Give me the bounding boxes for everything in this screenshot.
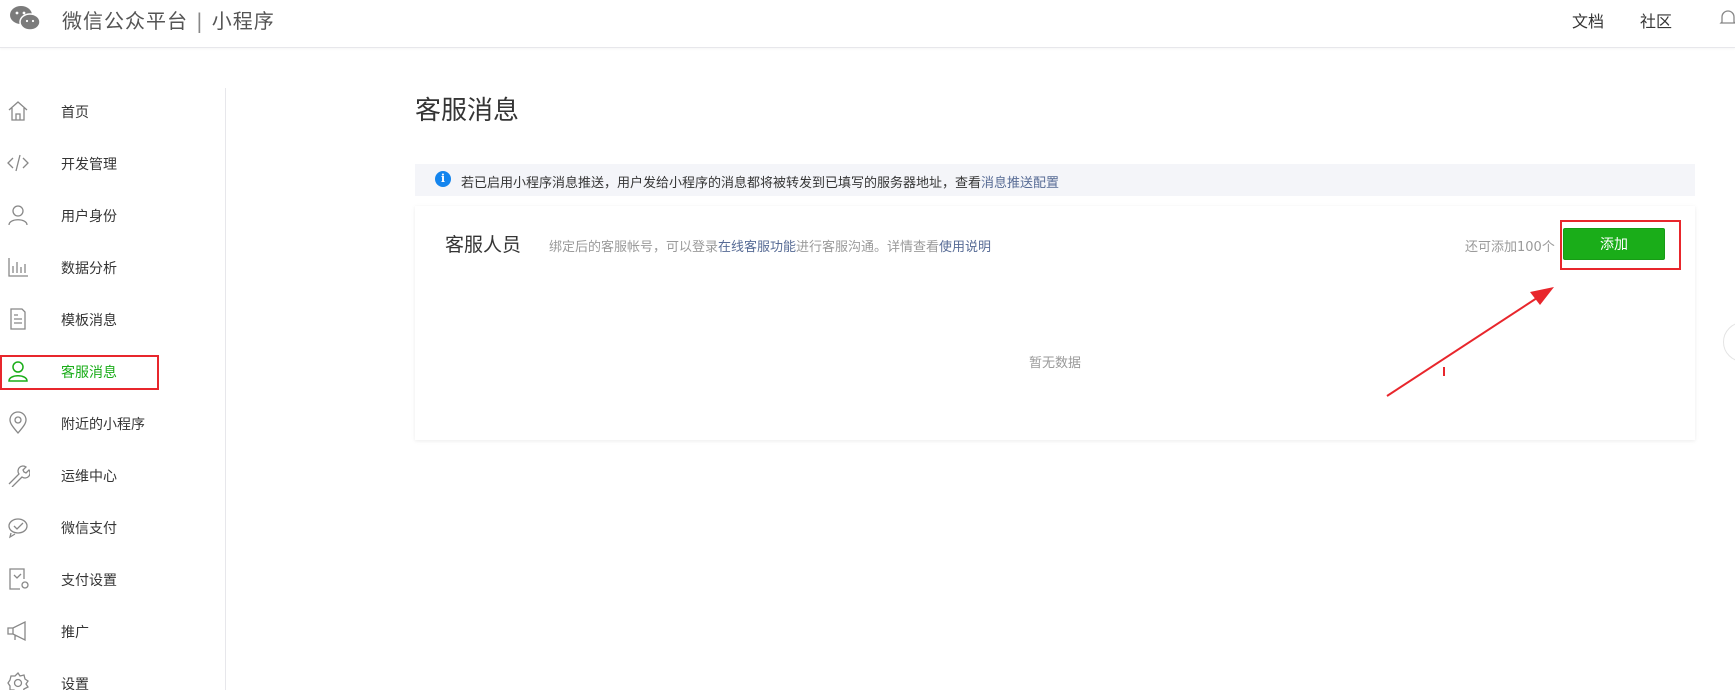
sidebar-item-label: 数据分析 [61, 261, 117, 277]
sidebar-item-label: 支付设置 [61, 573, 117, 589]
user-icon [8, 205, 28, 226]
empty-state: 暂无数据 [1028, 356, 1081, 371]
sidebar-item-label: 客服消息 [61, 365, 117, 381]
brand-name: 微信公众平台 [62, 9, 188, 33]
staff-desc-middle: 进行客服沟通。详情查看 [796, 240, 940, 255]
docs-link[interactable]: 文档 [1572, 8, 1604, 32]
side-float-button[interactable] [1723, 322, 1735, 362]
product-name: 小程序 [211, 9, 275, 33]
top-header: 微信公众平台 | 小程序 文档 社区 [0, 0, 1735, 48]
info-notice: i 若已启用小程序消息推送，用户发给小程序的消息都将被转发到已填写的服务器地址，… [415, 164, 1695, 196]
bar-chart-icon [8, 258, 28, 277]
staff-desc-prefix: 绑定后的客服帐号，可以登录 [549, 240, 719, 255]
sidebar: 首页 开发管理 用户身份 数据分析 模板消息 客服消息 附近的小程序 运维中心 … [0, 48, 225, 690]
community-link[interactable]: 社区 [1640, 8, 1672, 32]
sidebar-item-promotion[interactable]: 推广 [0, 611, 225, 651]
sidebar-item-dev-management[interactable]: 开发管理 [0, 143, 225, 183]
sidebar-item-user-identity[interactable]: 用户身份 [0, 195, 225, 235]
sidebar-item-label: 设置 [61, 677, 89, 690]
page-title: 客服消息 [415, 96, 520, 126]
sidebar-item-data-analysis[interactable]: 数据分析 [0, 247, 225, 287]
sidebar-item-label: 推广 [61, 625, 89, 641]
customer-service-icon [8, 361, 28, 382]
sidebar-item-customer-service[interactable]: 客服消息 [0, 351, 225, 391]
megaphone-icon [7, 620, 26, 642]
sidebar-item-label: 用户身份 [61, 209, 117, 225]
notice-text: 若已启用小程序消息推送，用户发给小程序的消息都将被转发到已填写的服务器地址，查看… [461, 172, 1059, 191]
document-icon [10, 308, 26, 330]
sidebar-item-label: 模板消息 [61, 313, 117, 329]
sidebar-item-template-messages[interactable]: 模板消息 [0, 299, 225, 339]
wechat-logo-icon[interactable] [8, 4, 42, 34]
customer-service-staff-card: 客服人员 绑定后的客服帐号，可以登录在线客服功能进行客服沟通。详情查看使用说明 … [415, 206, 1695, 440]
sidebar-item-payment-settings[interactable]: 支付设置 [0, 559, 225, 599]
notice-message: 若已启用小程序消息推送，用户发给小程序的消息都将被转发到已填写的服务器地址，查看 [461, 176, 982, 191]
add-staff-button[interactable]: 添加 [1563, 228, 1665, 260]
wrench-icon [8, 465, 30, 487]
sidebar-divider [225, 88, 226, 690]
wechat-pay-icon [8, 518, 28, 539]
staff-section-title: 客服人员 [445, 234, 522, 256]
sidebar-item-label: 微信支付 [61, 521, 117, 537]
sidebar-item-label: 开发管理 [61, 157, 117, 173]
usage-guide-link[interactable]: 使用说明 [939, 240, 991, 255]
code-icon [7, 154, 29, 172]
payment-settings-icon [9, 568, 29, 590]
sidebar-item-label: 附近的小程序 [61, 417, 145, 433]
sidebar-item-label: 运维中心 [61, 469, 117, 485]
brand-title: 微信公众平台 | 小程序 [62, 5, 275, 34]
staff-description: 绑定后的客服帐号，可以登录在线客服功能进行客服沟通。详情查看使用说明 [549, 236, 991, 255]
sidebar-item-wechat-pay[interactable]: 微信支付 [0, 507, 225, 547]
sidebar-item-home[interactable]: 首页 [0, 91, 225, 131]
gear-icon [7, 671, 29, 690]
online-service-link[interactable]: 在线客服功能 [718, 240, 796, 255]
brand-separator: | [196, 9, 204, 33]
bell-icon[interactable] [1718, 8, 1735, 28]
sidebar-item-settings[interactable]: 设置 [0, 663, 225, 690]
info-icon: i [435, 171, 451, 187]
remaining-quota: 还可添加100个 [1465, 240, 1555, 255]
sidebar-item-label: 首页 [61, 105, 89, 121]
home-icon [8, 101, 28, 121]
sidebar-item-ops-center[interactable]: 运维中心 [0, 455, 225, 495]
sidebar-item-nearby-miniprograms[interactable]: 附近的小程序 [0, 403, 225, 443]
location-pin-icon [9, 411, 27, 434]
push-config-link[interactable]: 消息推送配置 [981, 176, 1059, 191]
